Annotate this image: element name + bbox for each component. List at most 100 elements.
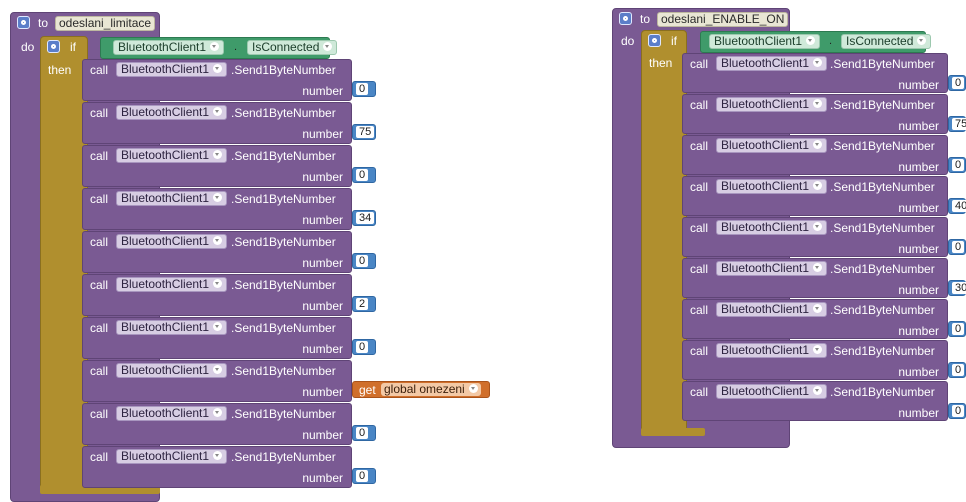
gear-icon[interactable]: [619, 12, 632, 25]
mutator-gear-icon[interactable]: [648, 34, 661, 47]
number-block[interactable]: 75: [352, 124, 376, 140]
number-value[interactable]: 0: [952, 241, 965, 253]
send1bytenumber-call-block[interactable]: call BluetoothClient1 .Send1ByteNumber numb…: [682, 53, 948, 93]
get-variable-block[interactable]: get global omezeni: [352, 381, 490, 398]
number-value[interactable]: 0: [952, 405, 965, 417]
number-value[interactable]: 0: [952, 364, 965, 376]
component-dropdown[interactable]: BluetoothClient1: [116, 363, 228, 378]
property-dropdown[interactable]: IsConnected: [247, 40, 338, 55]
component-dropdown[interactable]: BluetoothClient1: [709, 34, 821, 49]
number-block[interactable]: 2: [352, 296, 376, 312]
procedure-name-field[interactable]: odeslani_ENABLE_ON: [657, 12, 789, 27]
number-value[interactable]: 0: [356, 341, 369, 353]
send1bytenumber-call-block[interactable]: call BluetoothClient1 .Send1ByteNumber numb…: [82, 59, 352, 101]
number-block[interactable]: 0: [352, 167, 376, 183]
component-dropdown[interactable]: BluetoothClient1: [116, 234, 228, 249]
component-dropdown[interactable]: BluetoothClient1: [716, 343, 828, 358]
component-dropdown[interactable]: BluetoothClient1: [113, 40, 225, 55]
component-dropdown[interactable]: BluetoothClient1: [716, 56, 828, 71]
number-block[interactable]: 30: [948, 280, 966, 296]
number-value[interactable]: 0: [952, 77, 965, 89]
send1bytenumber-call-block[interactable]: call BluetoothClient1 .Send1ByteNumber numb…: [82, 360, 352, 402]
component-dropdown[interactable]: BluetoothClient1: [716, 179, 828, 194]
component-dropdown[interactable]: BluetoothClient1: [116, 449, 228, 464]
send1bytenumber-call-block[interactable]: call BluetoothClient1 .Send1ByteNumber numb…: [82, 274, 352, 316]
condition-block[interactable]: BluetoothClient1 . IsConnected: [100, 37, 338, 59]
send1bytenumber-call-block[interactable]: call BluetoothClient1 .Send1ByteNumber numb…: [82, 231, 352, 273]
number-value[interactable]: 0: [356, 255, 369, 267]
send1bytenumber-call-block[interactable]: call BluetoothClient1 .Send1ByteNumber numb…: [82, 145, 352, 187]
send1bytenumber-call-block[interactable]: call BluetoothClient1 .Send1ByteNumber numb…: [682, 176, 948, 216]
number-value[interactable]: 0: [356, 169, 369, 181]
number-block[interactable]: 0: [352, 81, 376, 97]
procedure-name-field[interactable]: odeslani_limitace: [55, 16, 156, 31]
component-dropdown[interactable]: BluetoothClient1: [716, 220, 828, 235]
mutator-gear-icon[interactable]: [47, 40, 60, 53]
method-name: .Send1ByteNumber: [830, 139, 935, 153]
variable-dropdown[interactable]: global omezeni: [381, 383, 481, 396]
number-value[interactable]: 40: [952, 200, 966, 212]
dropdown-arrow-icon: [917, 36, 927, 46]
send1bytenumber-call-block[interactable]: call BluetoothClient1 .Send1ByteNumber numb…: [682, 258, 948, 298]
property-dropdown[interactable]: IsConnected: [841, 34, 932, 49]
dropdown-arrow-icon: [210, 42, 220, 52]
number-value[interactable]: 2: [356, 298, 369, 310]
send1bytenumber-call-block[interactable]: call BluetoothClient1 .Send1ByteNumber numb…: [682, 94, 948, 134]
component-dropdown[interactable]: BluetoothClient1: [716, 261, 828, 276]
keyword-call: call: [90, 321, 109, 335]
number-block[interactable]: 0: [948, 75, 966, 91]
send1bytenumber-call-block[interactable]: call BluetoothClient1 .Send1ByteNumber numb…: [82, 317, 352, 359]
send1bytenumber-call-block[interactable]: call BluetoothClient1 .Send1ByteNumber numb…: [682, 217, 948, 257]
component-dropdown[interactable]: BluetoothClient1: [116, 406, 228, 421]
number-block[interactable]: 75: [948, 116, 966, 132]
send1bytenumber-call-block[interactable]: call BluetoothClient1 .Send1ByteNumber numb…: [82, 102, 352, 144]
component-name: BluetoothClient1: [121, 148, 210, 162]
method-name: .Send1ByteNumber: [830, 57, 935, 71]
component-dropdown[interactable]: BluetoothClient1: [116, 105, 228, 120]
component-dropdown[interactable]: BluetoothClient1: [716, 384, 828, 399]
number-value[interactable]: 0: [952, 159, 965, 171]
send1bytenumber-call-block[interactable]: call BluetoothClient1 .Send1ByteNumber numb…: [682, 299, 948, 339]
method-name: .Send1ByteNumber: [231, 278, 336, 292]
number-block[interactable]: 34: [352, 210, 376, 226]
component-dropdown[interactable]: BluetoothClient1: [716, 302, 828, 317]
method-name: .Send1ByteNumber: [830, 344, 935, 358]
number-value[interactable]: 30: [952, 282, 966, 294]
number-block[interactable]: 0: [948, 403, 966, 419]
component-dropdown[interactable]: BluetoothClient1: [716, 97, 828, 112]
number-block[interactable]: 0: [352, 425, 376, 441]
component-dropdown[interactable]: BluetoothClient1: [116, 62, 228, 77]
send1bytenumber-call-block[interactable]: call BluetoothClient1 .Send1ByteNumber numb…: [82, 188, 352, 230]
component-dropdown[interactable]: BluetoothClient1: [116, 320, 228, 335]
component-dropdown[interactable]: BluetoothClient1: [116, 148, 228, 163]
component-dropdown[interactable]: BluetoothClient1: [116, 277, 228, 292]
number-block[interactable]: 0: [948, 239, 966, 255]
send1bytenumber-call-block[interactable]: call BluetoothClient1 .Send1ByteNumber numb…: [682, 135, 948, 175]
number-block[interactable]: 0: [948, 362, 966, 378]
number-block[interactable]: 40: [948, 198, 966, 214]
number-value[interactable]: 75: [356, 126, 375, 138]
number-value[interactable]: 75: [952, 118, 966, 130]
number-value[interactable]: 34: [356, 212, 375, 224]
send1bytenumber-call-block[interactable]: call BluetoothClient1 .Send1ByteNumber numb…: [682, 340, 948, 380]
number-value[interactable]: 0: [356, 427, 369, 439]
component-dropdown[interactable]: BluetoothClient1: [116, 191, 228, 206]
number-value[interactable]: 0: [356, 470, 369, 482]
keyword-then: then: [48, 63, 72, 77]
number-value[interactable]: 0: [356, 83, 369, 95]
if-block[interactable]: if then: [40, 36, 88, 492]
send1bytenumber-call-block[interactable]: call BluetoothClient1 .Send1ByteNumber numb…: [82, 403, 352, 445]
send1bytenumber-call-block[interactable]: call BluetoothClient1 .Send1ByteNumber numb…: [682, 381, 948, 421]
gear-icon[interactable]: [17, 16, 30, 29]
number-block[interactable]: 0: [352, 468, 376, 484]
number-block[interactable]: 0: [352, 253, 376, 269]
condition-block[interactable]: BluetoothClient1 . IsConnected: [700, 31, 932, 53]
component-dropdown[interactable]: BluetoothClient1: [716, 138, 828, 153]
number-block[interactable]: 0: [948, 157, 966, 173]
number-block[interactable]: 0: [352, 339, 376, 355]
if-block[interactable]: if then: [641, 30, 687, 434]
property-name: IsConnected: [846, 34, 914, 48]
number-value[interactable]: 0: [952, 323, 965, 335]
number-block[interactable]: 0: [948, 321, 966, 337]
send1bytenumber-call-block[interactable]: call BluetoothClient1 .Send1ByteNumber numb…: [82, 446, 352, 488]
